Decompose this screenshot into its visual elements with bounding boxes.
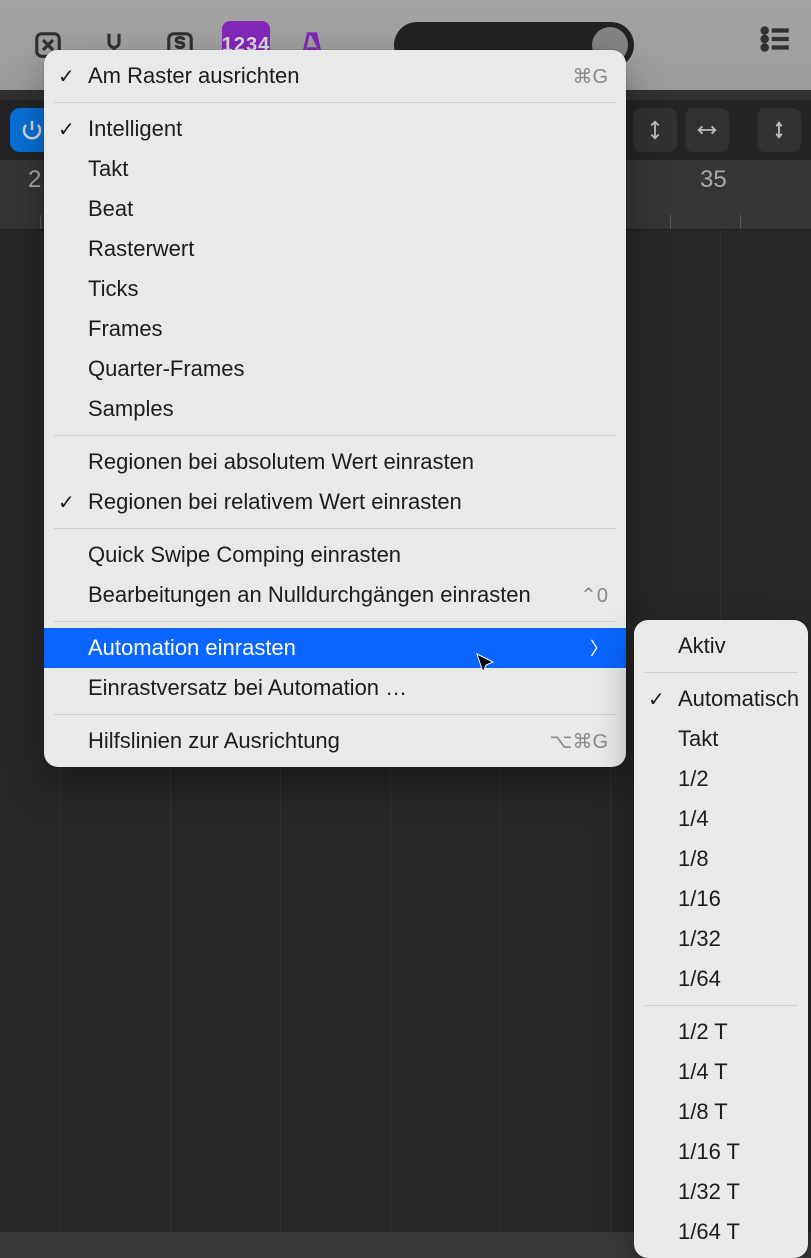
menu-item-samples[interactable]: Samples [44, 389, 626, 429]
menu-item-shortcut: ⌘G [572, 64, 608, 89]
menu-separator [54, 528, 616, 529]
menu-item-label: Automatisch [678, 686, 799, 712]
menu-item-label: Beat [88, 196, 133, 222]
submenu-item-1-2-t[interactable]: 1/2 T [634, 1012, 808, 1052]
menu-item-label: Bearbeitungen an Nulldurchgängen einrast… [88, 582, 531, 608]
menu-item-region-absolute[interactable]: Regionen bei absolutem Wert einrasten [44, 442, 626, 482]
menu-separator [54, 435, 616, 436]
menu-item-label: 1/64 [678, 966, 721, 992]
submenu-item-takt[interactable]: Takt [634, 719, 808, 759]
submenu-item-1-8[interactable]: 1/8 [634, 839, 808, 879]
chevron-right-icon: 〉 [590, 635, 608, 661]
check-icon: ✓ [648, 687, 665, 712]
menu-separator [644, 672, 798, 673]
menu-item-alignment-guides[interactable]: Hilfslinien zur Ausrichtung ⌥⌘G [44, 721, 626, 761]
submenu-item-1-4[interactable]: 1/4 [634, 799, 808, 839]
menu-item-label: Frames [88, 316, 163, 342]
menu-item-label: Samples [88, 396, 174, 422]
submenu-item-1-32-t[interactable]: 1/32 T [634, 1172, 808, 1212]
menu-item-zero-crossings[interactable]: Bearbeitungen an Nulldurchgängen einrast… [44, 575, 626, 615]
menu-separator [54, 621, 616, 622]
menu-item-label: 1/8 [678, 846, 709, 872]
menu-item-label: Quarter-Frames [88, 356, 244, 382]
menu-item-label: 1/16 [678, 886, 721, 912]
menu-item-label: Ticks [88, 276, 139, 302]
menu-item-automation-offset[interactable]: Einrastversatz bei Automation … [44, 668, 626, 708]
submenu-item-1-32[interactable]: 1/32 [634, 919, 808, 959]
submenu-item-automatic[interactable]: ✓ Automatisch [634, 679, 808, 719]
menu-item-label: Rasterwert [88, 236, 194, 262]
check-icon: ✓ [58, 64, 75, 89]
submenu-item-1-64-t[interactable]: 1/64 T [634, 1212, 808, 1252]
menu-item-label: 1/2 T [678, 1019, 728, 1045]
menu-item-label: Intelligent [88, 116, 182, 142]
automation-snap-submenu: Aktiv ✓ Automatisch Takt 1/2 1/4 1/8 1/1… [634, 620, 808, 1258]
menu-item-beat[interactable]: Beat [44, 189, 626, 229]
menu-item-label: Takt [678, 726, 718, 752]
menu-item-takt[interactable]: Takt [44, 149, 626, 189]
submenu-item-1-16-t[interactable]: 1/16 T [634, 1132, 808, 1172]
menu-item-frames[interactable]: Frames [44, 309, 626, 349]
menu-separator [644, 1005, 798, 1006]
menu-item-shortcut: ⌥⌘G [549, 729, 608, 754]
submenu-item-1-2[interactable]: 1/2 [634, 759, 808, 799]
submenu-item-1-16[interactable]: 1/16 [634, 879, 808, 919]
menu-item-label: Hilfslinien zur Ausrichtung [88, 728, 340, 754]
menu-item-label: 1/8 T [678, 1099, 728, 1125]
menu-item-snap-to-grid[interactable]: ✓ Am Raster ausrichten ⌘G [44, 56, 626, 96]
menu-item-intelligent[interactable]: ✓ Intelligent [44, 109, 626, 149]
menu-item-label: 1/2 [678, 766, 709, 792]
menu-item-label: 1/32 [678, 926, 721, 952]
menu-item-label: 1/64 T [678, 1219, 740, 1245]
menu-item-label: Einrastversatz bei Automation … [88, 675, 407, 701]
menu-item-shortcut: ⌃0 [580, 583, 608, 608]
menu-item-label: 1/4 T [678, 1059, 728, 1085]
menu-item-label: 1/4 [678, 806, 709, 832]
submenu-item-1-4-t[interactable]: 1/4 T [634, 1052, 808, 1092]
menu-item-label: 1/16 T [678, 1139, 740, 1165]
check-icon: ✓ [58, 490, 75, 515]
menu-item-automation-snap[interactable]: Automation einrasten 〉 [44, 628, 626, 668]
menu-separator [54, 714, 616, 715]
menu-item-label: Aktiv [678, 633, 726, 659]
menu-item-region-relative[interactable]: ✓ Regionen bei relativem Wert einrasten [44, 482, 626, 522]
menu-item-quarter-frames[interactable]: Quarter-Frames [44, 349, 626, 389]
menu-item-label: Am Raster ausrichten [88, 63, 300, 89]
check-icon: ✓ [58, 117, 75, 142]
menu-item-label: Regionen bei relativem Wert einrasten [88, 489, 462, 515]
menu-item-label: Takt [88, 156, 128, 182]
cursor-icon [474, 652, 498, 676]
snap-menu: ✓ Am Raster ausrichten ⌘G ✓ Intelligent … [44, 50, 626, 767]
menu-item-label: Quick Swipe Comping einrasten [88, 542, 401, 568]
menu-item-rasterwert[interactable]: Rasterwert [44, 229, 626, 269]
menu-separator [54, 102, 616, 103]
submenu-item-active[interactable]: Aktiv [634, 626, 808, 666]
submenu-item-1-64[interactable]: 1/64 [634, 959, 808, 999]
menu-item-label: Regionen bei absolutem Wert einrasten [88, 449, 474, 475]
menu-item-quick-swipe[interactable]: Quick Swipe Comping einrasten [44, 535, 626, 575]
menu-item-label: Automation einrasten [88, 635, 296, 661]
submenu-item-1-8-t[interactable]: 1/8 T [634, 1092, 808, 1132]
menu-item-ticks[interactable]: Ticks [44, 269, 626, 309]
menu-item-label: 1/32 T [678, 1179, 740, 1205]
